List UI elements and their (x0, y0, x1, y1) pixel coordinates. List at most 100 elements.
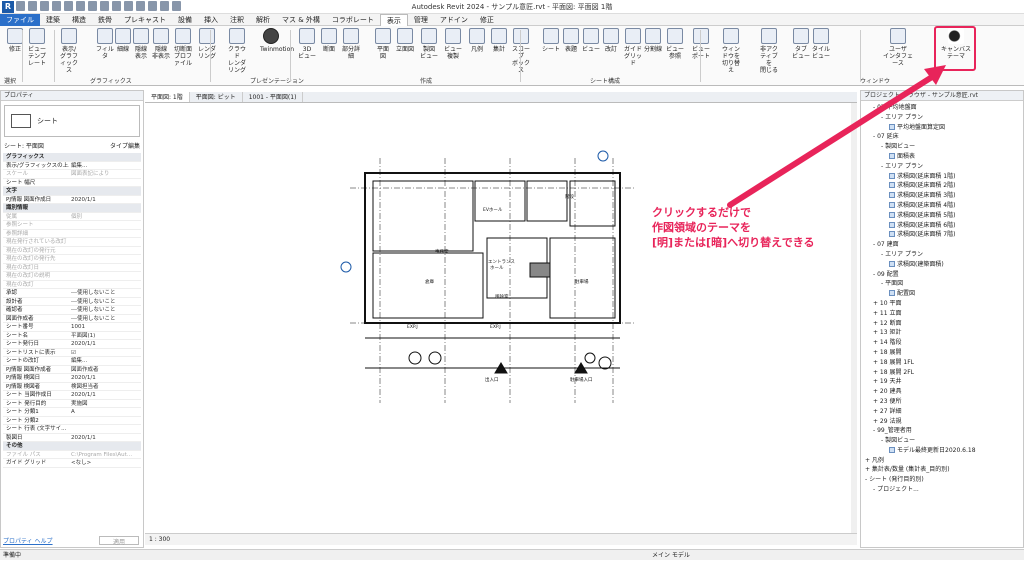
property-value[interactable]: 実施図 (69, 400, 141, 408)
property-value[interactable]: 2020/1/1 (69, 374, 141, 382)
view-button[interactable]: ビュー (580, 28, 602, 53)
show-hidden-button[interactable]: 隠線 表示 (130, 28, 152, 60)
browser-item[interactable]: 求積図(延床面積 6階) (865, 221, 1019, 231)
type-selector[interactable]: シート (4, 105, 140, 137)
property-row[interactable]: 図面作成者 ---使用しないこと (3, 315, 141, 323)
callout-button[interactable]: 部分詳細 (340, 28, 362, 60)
tab-14[interactable]: 修正 (474, 14, 500, 26)
active-model[interactable]: メイン モデル (652, 550, 690, 561)
render-button[interactable]: レンダリング (196, 28, 218, 60)
browser-item[interactable]: + 18 展開 (865, 348, 1019, 358)
browser-item[interactable]: + 11 立面 (865, 309, 1019, 319)
property-value[interactable] (69, 417, 141, 425)
title-block-button[interactable]: 表題 (560, 28, 582, 53)
browser-item[interactable]: - 09 配置 (865, 270, 1019, 280)
duplicate-button[interactable]: ビュー 複製 (442, 28, 464, 60)
browser-item[interactable]: - 07 建面 (865, 240, 1019, 250)
drafting-button[interactable]: 製図 ビュー (418, 28, 440, 60)
apply-button[interactable]: 適用 (99, 536, 139, 546)
browser-item[interactable]: + 13 矩計 (865, 328, 1019, 338)
property-row[interactable]: 現在の改訂の説明 (3, 272, 141, 281)
property-value[interactable]: 図面作成者 (69, 366, 141, 374)
scope-box-button[interactable]: スコープボックス (510, 28, 532, 74)
browser-item[interactable]: + 27 詳細 (865, 407, 1019, 417)
property-row[interactable]: 表示/グラフィックスの上... 編集... (3, 162, 141, 170)
property-row[interactable]: ガイド グリッド <なし> (3, 459, 141, 468)
tab-11[interactable]: 表示 (379, 14, 408, 26)
view-template-button[interactable]: ビュー テンプレート (26, 28, 48, 67)
browser-item[interactable]: モデル最終更新日2020.6.18 (865, 446, 1019, 456)
browser-item[interactable]: 配置図 (865, 289, 1019, 299)
browser-item[interactable]: - 平面図 (865, 279, 1019, 289)
property-value[interactable]: ---使用しないこと (69, 315, 141, 323)
browser-item[interactable]: - プロジェクト... (865, 485, 1019, 495)
edit-type-button[interactable]: タイプ編集 (110, 141, 140, 151)
property-row[interactable]: シート 分類1 A (3, 408, 141, 417)
revision-button[interactable]: 改訂 (600, 28, 622, 53)
property-row[interactable]: 現在の改訂の発行元 (3, 247, 141, 255)
browser-item[interactable]: - 99_管理者用 (865, 426, 1019, 436)
legend-button[interactable]: 凡例 (466, 28, 488, 53)
property-value[interactable] (69, 264, 141, 272)
instance-selector[interactable]: シート: 平面図 (4, 141, 44, 151)
tab-8[interactable]: 解析 (250, 14, 276, 26)
property-row[interactable]: 現在の改訂日 (3, 264, 141, 272)
property-value[interactable]: 平面図(1) (69, 332, 141, 340)
property-row[interactable]: ファイル パス C:\Program Files\Aut... (3, 451, 141, 459)
property-value[interactable]: ---使用しないこと (69, 306, 141, 314)
property-row[interactable]: 現在発行されている改訂 (3, 238, 141, 247)
tab-6[interactable]: 挿入 (198, 14, 224, 26)
guide-grid-button[interactable]: ガイド グリッド (622, 28, 644, 67)
property-row[interactable]: スケール 図面表記により (3, 170, 141, 179)
schedule-button[interactable]: 集計 (488, 28, 510, 53)
property-row[interactable]: シート名 平面図(1) (3, 332, 141, 340)
property-value[interactable]: 検図担当者 (69, 383, 141, 391)
browser-item[interactable]: + 12 断面 (865, 319, 1019, 329)
property-value[interactable]: 編集... (69, 357, 141, 365)
property-row[interactable]: 参照詳細 (3, 230, 141, 238)
tab-5[interactable]: 設備 (172, 14, 198, 26)
cloud-render-button[interactable]: クラウド レンダリング (226, 28, 248, 74)
property-row[interactable]: 現在の改訂の発行先 (3, 255, 141, 264)
property-value[interactable] (69, 179, 141, 187)
browser-item[interactable]: + 20 建具 (865, 387, 1019, 397)
property-row[interactable]: シート発行日 2020/1/1 (3, 340, 141, 349)
property-value[interactable]: ☑ (69, 349, 141, 357)
property-value[interactable] (69, 281, 141, 289)
property-row[interactable]: シート 当図作成日 2020/1/1 (3, 391, 141, 400)
twinmotion-button[interactable]: Twinmotion (260, 28, 294, 53)
property-value[interactable] (69, 425, 141, 433)
property-row[interactable]: PJ情報 図面作成日 2020/1/1 (3, 196, 141, 204)
property-row[interactable]: PJ情報 検図日 2020/1/1 (3, 374, 141, 383)
property-row[interactable]: シートの改訂 編集... (3, 357, 141, 366)
tab-0[interactable]: ファイル (0, 14, 40, 26)
elevation-button[interactable]: 立面図 (394, 28, 416, 53)
property-value[interactable]: 2020/1/1 (69, 434, 141, 442)
property-value[interactable]: A (69, 408, 141, 416)
tab-3[interactable]: 鉄骨 (92, 14, 118, 26)
property-row[interactable]: 従属 個別 (3, 213, 141, 221)
property-value[interactable] (69, 238, 141, 246)
property-value[interactable] (69, 255, 141, 263)
property-row[interactable]: 承認 ---使用しないこと (3, 289, 141, 298)
property-row[interactable]: 製図日 2020/1/1 (3, 434, 141, 442)
remove-hidden-button[interactable]: 隠線 非表示 (150, 28, 172, 60)
property-row[interactable]: シート 発行目的 実施図 (3, 400, 141, 408)
property-row[interactable]: 現在の改訂 (3, 281, 141, 289)
browser-item[interactable]: 求積図(延床面積 7階) (865, 230, 1019, 240)
property-row[interactable]: PJ情報 図面作成者 図面作成者 (3, 366, 141, 374)
browser-item[interactable]: + 29 法規 (865, 417, 1019, 427)
view-tab[interactable]: 1001 - 平面図(1) (243, 92, 304, 102)
browser-item[interactable]: + 14 階段 (865, 338, 1019, 348)
property-value[interactable]: 図面表記により (69, 170, 141, 178)
property-value[interactable]: 編集... (69, 162, 141, 170)
browser-item[interactable]: + 18 展開 1FL (865, 358, 1019, 368)
property-row[interactable]: シート 行表 (文字サイ... (3, 425, 141, 434)
plan-view-button[interactable]: 平面図 (372, 28, 394, 60)
section-button[interactable]: 断面 (318, 28, 340, 53)
tab-7[interactable]: 注釈 (224, 14, 250, 26)
property-value[interactable]: 2020/1/1 (69, 196, 141, 204)
tab-2[interactable]: 構造 (66, 14, 92, 26)
property-value[interactable]: ---使用しないこと (69, 289, 141, 297)
property-value[interactable] (69, 221, 141, 229)
